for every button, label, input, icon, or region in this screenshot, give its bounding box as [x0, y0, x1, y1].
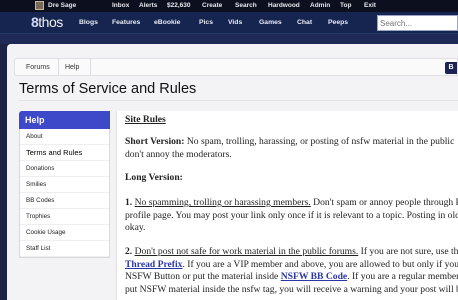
breadcrumb: Forums Help B [14, 58, 458, 76]
sidebar-item-smilies[interactable]: Smilies [20, 177, 109, 193]
nav-pics[interactable]: Pics [199, 19, 213, 26]
nav-peeps[interactable]: Peeps [328, 19, 348, 26]
rule-1-number: 1. [125, 197, 133, 208]
short-version-line1: Short Version: No spam, trolling, harass… [125, 136, 454, 149]
short-version-label: Short Version: [125, 136, 185, 147]
long-version-heading: Long Version: [125, 172, 183, 183]
nav-ebookie[interactable]: eBookie [154, 19, 180, 26]
rule-1-line3: okay. [125, 222, 146, 233]
sidebar-item-trophies[interactable]: Trophies [20, 209, 109, 225]
main-nav: 8thos Blogs Features eBookie Pics Vids G… [0, 12, 458, 34]
sidebar-heading: Help [19, 111, 110, 129]
points-balance-link[interactable]: $22,630 [167, 1, 191, 10]
sidebar-item-terms-and-rules[interactable]: Terms and Rules [20, 145, 109, 161]
sidebar-item-bb-codes[interactable]: BB Codes [20, 193, 109, 209]
nsfw-bb-code-link[interactable]: NSFW BB Code [281, 271, 347, 282]
rule-2-number: 2. [125, 246, 133, 257]
page-title: Terms of Service and Rules [19, 81, 197, 97]
avatar[interactable] [35, 1, 44, 10]
sidebar-item-staff-list[interactable]: Staff List [20, 241, 109, 257]
site-logo[interactable]: 8thos [31, 14, 63, 31]
rule-2-nsfw-button-text: NSFW Button or put the material inside [125, 271, 281, 282]
breadcrumb-divider [90, 59, 91, 75]
exit-link[interactable]: Exit [364, 1, 376, 10]
nav-blogs[interactable]: Blogs [79, 19, 98, 26]
article-heading: Site Rules [125, 114, 166, 127]
rule-2-regular-member-text: . If you are a regular member [347, 271, 458, 282]
admin-link[interactable]: Admin [310, 1, 330, 10]
rules-article: Site Rules Short Version: No spam, troll… [116, 111, 458, 300]
hardwood-link[interactable]: Hardwood [268, 1, 300, 10]
rule-1-title: No spamming, trolling or harassing membe… [134, 197, 311, 208]
breadcrumb-forums[interactable]: Forums [26, 64, 50, 71]
short-version-text: No spam, trolling, harassing, or posting… [184, 136, 455, 147]
rule-2-line1: 2. Don't post not safe for work material… [125, 246, 458, 259]
create-link[interactable]: Create [202, 1, 222, 10]
rule-1-line1: 1. No spamming, trolling or harassing me… [125, 197, 458, 210]
long-version-label: Long Version: [125, 172, 183, 185]
content-panel: Forums Help B Terms of Service and Rules… [7, 44, 458, 300]
sidebar-item-about[interactable]: About [20, 129, 109, 145]
username-link[interactable]: Dre Sage [48, 1, 76, 10]
nav-chat[interactable]: Chat [297, 19, 312, 26]
breadcrumb-divider [58, 59, 59, 75]
rule-1-line2: profile page. You may post your link onl… [125, 209, 458, 221]
nav-games[interactable]: Games [259, 19, 282, 26]
rule-2-line4: put NSFW material inside the nsfw tag, y… [125, 283, 458, 295]
rule-2-line2: Thread Prefix. If you are a VIP member a… [125, 259, 458, 272]
sidebar-item-cookie-usage[interactable]: Cookie Usage [20, 225, 109, 241]
sidebar-list: About Terms and Rules Donations Smilies … [19, 129, 110, 258]
nav-features[interactable]: Features [112, 19, 140, 26]
rule-2-vip-text: . If you are a VIP member and above, you… [182, 258, 458, 270]
logo-text: thos [38, 14, 63, 30]
sidebar-item-donations[interactable]: Donations [20, 161, 109, 177]
rule-2-title: Don't post not safe for work material in… [134, 246, 359, 257]
title-divider [19, 100, 458, 101]
rule-2-line3: NSFW Button or put the material inside N… [125, 271, 458, 284]
rule-1-text: Don't spam or annoy people through P [310, 197, 458, 208]
nav-vids[interactable]: Vids [228, 19, 242, 26]
search-input[interactable] [377, 15, 458, 31]
breadcrumb-menu-button[interactable]: B [445, 62, 457, 74]
breadcrumb-help[interactable]: Help [65, 64, 79, 71]
short-version-line2: don't annoy the moderators. [125, 148, 232, 160]
thread-prefix-link[interactable]: Thread Prefix [125, 259, 182, 270]
nav-substrip [0, 34, 458, 44]
inbox-link[interactable]: Inbox [112, 1, 129, 10]
help-sidebar: Help About Terms and Rules Donations Smi… [19, 111, 110, 258]
alerts-link[interactable]: Alerts [139, 1, 157, 10]
search-link[interactable]: Search [235, 1, 257, 10]
rule-2-text: If you are not sure, use th [358, 246, 458, 257]
user-bar: Dre Sage Inbox Alerts $22,630 Create Sea… [0, 0, 458, 12]
site-rules-heading: Site Rules [125, 114, 166, 125]
top-link[interactable]: Top [340, 1, 351, 10]
